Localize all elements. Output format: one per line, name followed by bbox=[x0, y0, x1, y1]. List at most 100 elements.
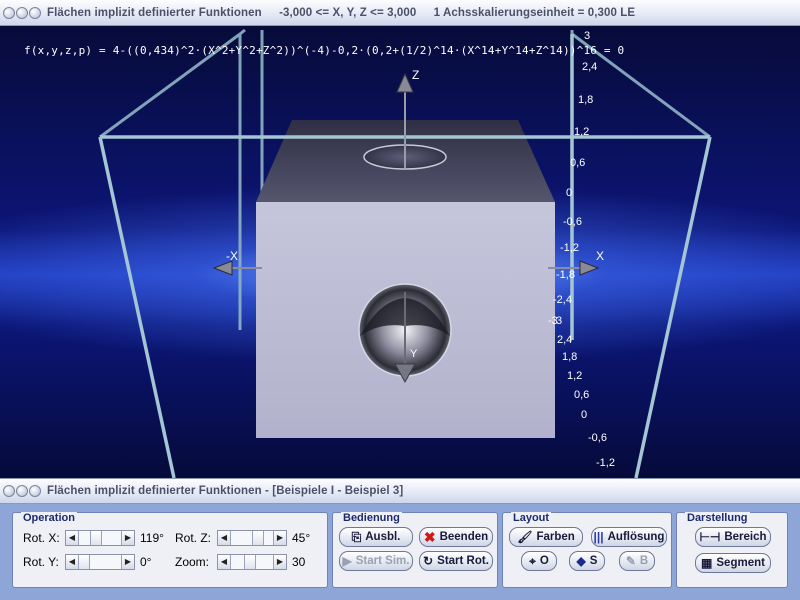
rot-x-slider[interactable]: ◀ ▶ bbox=[65, 530, 135, 546]
window-title-name: Flächen implizit definierter Funktionen bbox=[47, 6, 262, 19]
play-icon: ▶ bbox=[342, 554, 352, 568]
close-x-icon: ✖ bbox=[423, 528, 436, 545]
scale-front-label: 3 bbox=[556, 315, 563, 327]
rot-z-slider[interactable]: ◀ ▶ bbox=[217, 530, 287, 546]
control-window-minimize-button[interactable] bbox=[16, 485, 28, 497]
x-pos-axis-label: X bbox=[596, 249, 605, 263]
zoom-slider-thumb[interactable] bbox=[244, 555, 256, 569]
zoom-decrease-icon[interactable]: ◀ bbox=[218, 555, 231, 569]
rot-z-decrease-icon[interactable]: ◀ bbox=[218, 531, 231, 545]
control-panel: Operation Rot. X: ◀ ▶ 119° Rot. Y: ◀ ▶ 0… bbox=[0, 504, 800, 600]
rot-y-label: Rot. Y: bbox=[23, 555, 59, 569]
window-title: Flächen implizit definierter Funktionen … bbox=[47, 7, 649, 19]
aufloesung-button[interactable]: ||| Auflösung bbox=[591, 527, 667, 547]
layout-group: Layout 🖌 Farben ||| Auflösung ⌖ O ◆ S ✎ … bbox=[502, 512, 672, 588]
layout-group-title: Layout bbox=[511, 512, 552, 524]
start-rot-button-label: Start Rot. bbox=[437, 555, 489, 567]
scale-back-label: 0,6 bbox=[570, 157, 586, 169]
rot-y-value: 0° bbox=[140, 555, 152, 569]
scale-back-label: 2,4 bbox=[582, 61, 598, 73]
zoom-value: 30 bbox=[292, 555, 306, 569]
segment-button[interactable]: ▦ Segment bbox=[695, 553, 771, 573]
scale-back-label: -1,8 bbox=[556, 269, 575, 281]
s-button-label: S bbox=[589, 555, 598, 567]
scene-graphics bbox=[98, 28, 712, 478]
scale-front-label: 1,2 bbox=[567, 370, 583, 382]
scale-back-label: -0,6 bbox=[563, 216, 582, 228]
rot-z-increase-icon[interactable]: ▶ bbox=[273, 531, 286, 545]
rot-x-label: Rot. X: bbox=[23, 531, 60, 545]
beenden-button[interactable]: ✖ Beenden bbox=[419, 527, 493, 547]
segment-button-label: Segment bbox=[716, 557, 765, 569]
scale-front-label: 0 bbox=[581, 409, 588, 421]
rot-x-value: 119° bbox=[140, 531, 164, 545]
rot-z-slider-thumb[interactable] bbox=[252, 531, 264, 545]
farben-button-label: Farben bbox=[536, 531, 575, 543]
farben-button[interactable]: 🖌 Farben bbox=[509, 527, 583, 547]
window-title-scale: 1 Achsskalierungseinheit = 0,300 LE bbox=[433, 6, 636, 19]
rot-y-slider[interactable]: ◀ ▶ bbox=[65, 554, 135, 570]
rot-x-slider-thumb[interactable] bbox=[90, 531, 102, 545]
lightbulb-icon: ✎ bbox=[625, 554, 636, 568]
hide-icon: ⎘ bbox=[351, 529, 362, 544]
scale-back-label: 3 bbox=[584, 30, 591, 42]
tag-icon: ◆ bbox=[576, 554, 586, 568]
window-close-button[interactable] bbox=[3, 6, 15, 19]
paint-brush-icon: 🖌 bbox=[517, 530, 533, 544]
origin-button-label: O bbox=[539, 555, 549, 567]
scale-front-label: -1,2 bbox=[596, 457, 615, 469]
resolution-icon: ||| bbox=[593, 530, 604, 544]
darstellung-group-title: Darstellung bbox=[685, 512, 750, 524]
scale-back-label: -1,2 bbox=[560, 242, 579, 254]
bereich-button-label: Bereich bbox=[724, 531, 767, 543]
x-neg-axis-label: -X bbox=[226, 249, 238, 263]
rot-x-decrease-icon[interactable]: ◀ bbox=[66, 531, 79, 545]
start-rot-button[interactable]: ↻ Start Rot. bbox=[419, 551, 493, 571]
b-button[interactable]: ✎ B bbox=[619, 551, 655, 571]
darstellung-group: Darstellung ⊢⊣ Bereich ▦ Segment bbox=[676, 512, 788, 588]
operation-group: Operation Rot. X: ◀ ▶ 119° Rot. Y: ◀ ▶ 0… bbox=[12, 512, 328, 588]
rot-z-label: Rot. Z: bbox=[175, 531, 212, 545]
zoom-slider[interactable]: ◀ ▶ bbox=[217, 554, 287, 570]
control-window-close-button[interactable] bbox=[3, 485, 15, 497]
zoom-increase-icon[interactable]: ▶ bbox=[273, 555, 286, 569]
scale-back-label: 0 bbox=[566, 187, 573, 199]
scale-front-label: 2,4 bbox=[557, 334, 573, 346]
scale-front-label: 1,8 bbox=[562, 351, 578, 363]
start-sim-button-label: Start Sim. bbox=[355, 555, 410, 567]
origin-button[interactable]: ⌖ O bbox=[521, 551, 557, 571]
scale-back-label: 1,2 bbox=[574, 126, 590, 138]
y-axis-label: Y bbox=[410, 348, 418, 360]
start-sim-button[interactable]: ▶ Start Sim. bbox=[339, 551, 413, 571]
z-axis-label: Z bbox=[412, 68, 420, 82]
control-window-title: Flächen implizit definierter Funktionen … bbox=[47, 485, 404, 497]
window-minimize-button[interactable] bbox=[16, 6, 28, 19]
scale-back-label: 1,8 bbox=[578, 94, 594, 106]
s-button[interactable]: ◆ S bbox=[569, 551, 605, 571]
rot-x-increase-icon[interactable]: ▶ bbox=[121, 531, 134, 545]
3d-viewport[interactable]: f(x,y,z,p) = 4-((0,434)^2·(X^2+Y^2+Z^2))… bbox=[0, 26, 800, 478]
scale-back-label: -2,4 bbox=[553, 294, 572, 306]
rot-z-value: 45° bbox=[292, 531, 311, 545]
main-title-bar[interactable]: Flächen implizit definierter Funktionen … bbox=[0, 0, 800, 26]
function-formula: f(x,y,z,p) = 4-((0,434)^2·(X^2+Y^2+Z^2))… bbox=[24, 44, 625, 57]
ausblenden-button-label: Ausbl. bbox=[365, 531, 401, 543]
control-window-title-bar[interactable]: Flächen implizit definierter Funktionen … bbox=[0, 478, 800, 504]
ausblenden-button[interactable]: ⎘ Ausbl. bbox=[339, 527, 413, 547]
rot-y-increase-icon[interactable]: ▶ bbox=[121, 555, 134, 569]
bedienung-group-title: Bedienung bbox=[341, 512, 402, 524]
scale-front-label: -0,6 bbox=[588, 432, 607, 444]
window-title-range: -3,000 <= X, Y, Z <= 3,000 bbox=[279, 6, 417, 19]
bedienung-group: Bedienung ⎘ Ausbl. ✖ Beenden ▶ Start Sim… bbox=[332, 512, 498, 588]
crosshair-icon: ⌖ bbox=[529, 553, 536, 568]
control-window-maximize-button[interactable] bbox=[29, 485, 41, 497]
beenden-button-label: Beenden bbox=[439, 531, 489, 543]
bereich-button[interactable]: ⊢⊣ Bereich bbox=[695, 527, 771, 547]
rot-y-slider-thumb[interactable] bbox=[78, 555, 90, 569]
operation-group-title: Operation bbox=[21, 512, 77, 524]
range-icon: ⊢⊣ bbox=[699, 530, 721, 544]
b-button-label: B bbox=[639, 555, 649, 567]
rotate-icon: ↻ bbox=[423, 554, 434, 568]
window-maximize-button[interactable] bbox=[29, 6, 41, 19]
scale-front-label: 0,6 bbox=[574, 389, 590, 401]
